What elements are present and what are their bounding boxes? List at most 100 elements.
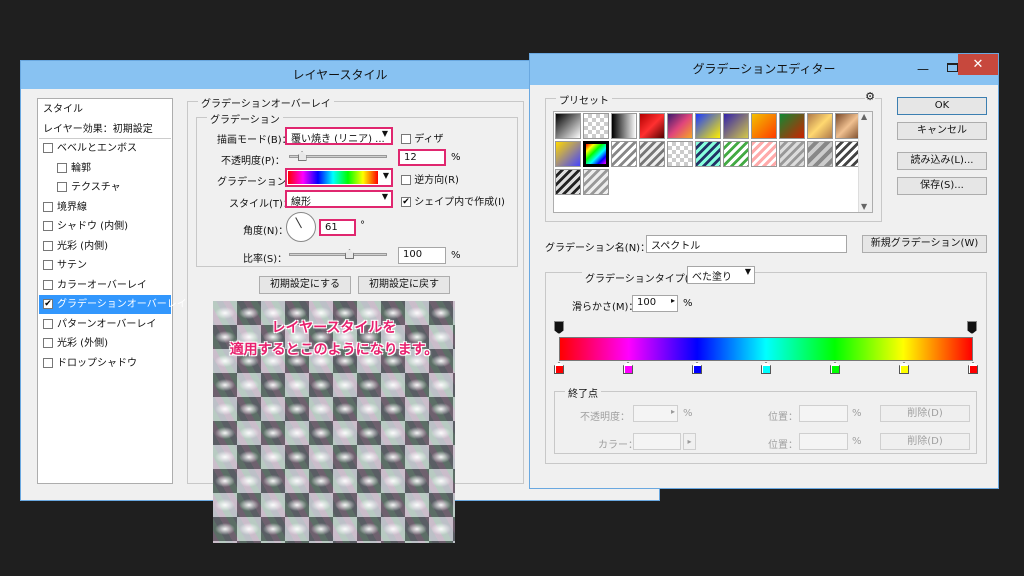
new-gradient-button[interactable]: 新規グラデーション(W) [862, 235, 987, 253]
stop-color-swatch[interactable] [633, 433, 681, 450]
load-button[interactable]: 読み込み(L)... [897, 152, 987, 170]
preset-scrollbar[interactable]: ▲ ▼ [858, 112, 872, 212]
preset-swatch[interactable] [583, 141, 609, 167]
sidebar-item[interactable]: ドロップシャドウ [39, 354, 171, 373]
scale-field[interactable]: 100 [398, 247, 446, 264]
sidebar-item-checkbox[interactable] [43, 318, 53, 329]
gradient-type-select[interactable]: べた塗り ▼ [687, 266, 755, 284]
stop-opacity-location-field[interactable] [799, 405, 848, 422]
chevron-right-icon[interactable]: ▸ [671, 296, 675, 305]
stop-opacity-field[interactable]: ▸ [633, 405, 678, 422]
smoothness-field[interactable]: 100 ▸ [632, 295, 678, 312]
preset-swatch[interactable] [667, 113, 693, 139]
sidebar-item[interactable]: サテン [39, 256, 171, 275]
preset-swatch[interactable] [779, 141, 805, 167]
style-select[interactable]: 線形 ▼ [285, 190, 393, 208]
scroll-down-icon[interactable]: ▼ [861, 202, 867, 211]
holographic-preview-image: レイヤースタイルを 適用するとこのようになります。 [213, 301, 455, 543]
preset-swatch[interactable] [695, 113, 721, 139]
gradient-bar[interactable] [559, 337, 973, 361]
sidebar-item-checkbox[interactable] [43, 357, 53, 368]
preset-swatch[interactable] [723, 113, 749, 139]
stop-color-location-field[interactable] [799, 433, 848, 450]
style-value: 線形 [291, 197, 311, 208]
maximize-icon[interactable] [947, 63, 958, 72]
opacity-field[interactable]: 12 [398, 149, 446, 166]
preset-swatch[interactable] [555, 141, 581, 167]
gradient-editor-title-bar[interactable]: グラデーションエディター — ✕ [530, 54, 998, 85]
preset-swatch[interactable] [723, 141, 749, 167]
sidebar-item-checkbox[interactable] [43, 338, 53, 348]
color-stop[interactable] [830, 362, 840, 374]
sidebar-item[interactable]: 輪郭 [39, 159, 171, 178]
gradient-name-field[interactable]: スペクトル [646, 235, 847, 253]
sidebar-item[interactable]: 光彩 (内側) [39, 237, 171, 256]
sidebar-item[interactable]: シャドウ (内側) [39, 217, 171, 236]
preset-swatch[interactable] [611, 141, 637, 167]
chevron-down-icon: ▼ [381, 192, 388, 201]
sidebar-item[interactable]: パターンオーバーレイ [39, 315, 171, 334]
gradient-editor-title: グラデーションエディター [692, 62, 836, 76]
dither-checkbox[interactable] [401, 134, 411, 144]
sidebar-item-checkbox[interactable] [43, 279, 53, 290]
preset-swatch[interactable] [639, 113, 665, 139]
ok-button[interactable]: OK [897, 97, 987, 115]
preset-swatch[interactable] [807, 141, 833, 167]
preset-swatch[interactable] [639, 141, 665, 167]
preset-swatch[interactable] [779, 113, 805, 139]
scroll-up-icon[interactable]: ▲ [861, 112, 867, 121]
gradient-picker[interactable]: ▼ [285, 168, 393, 187]
sidebar-item[interactable]: ベベルとエンボス [39, 139, 171, 158]
stop-color-delete-button[interactable]: 削除(D) [880, 433, 970, 450]
save-button[interactable]: 保存(S)... [897, 177, 987, 195]
sidebar-item[interactable]: ✔ グラデーションオーバーレイ [39, 295, 187, 314]
color-stop[interactable] [761, 362, 771, 374]
preset-swatch[interactable] [751, 141, 777, 167]
preset-swatch-panel[interactable]: ▲ ▼ [553, 111, 873, 213]
align-with-layer-checkbox[interactable]: ✔ [401, 197, 411, 207]
chevron-right-icon[interactable]: ▸ [683, 433, 696, 450]
sidebar-item-checkbox[interactable]: ✔ [43, 299, 53, 309]
sidebar-item-checkbox[interactable] [43, 260, 53, 270]
color-stop[interactable] [899, 362, 909, 374]
preset-swatch[interactable] [611, 113, 637, 139]
preset-swatch[interactable] [583, 113, 609, 139]
sidebar-item[interactable]: スタイル [39, 100, 171, 119]
sidebar-item-checkbox[interactable] [43, 221, 53, 231]
color-stop[interactable] [623, 362, 633, 374]
align-with-layer-option[interactable]: ✔ シェイプ内で作成(I) [401, 193, 505, 208]
cancel-button[interactable]: キャンセル [897, 122, 987, 140]
reset-default-button[interactable]: 初期設定に戻す [358, 276, 450, 294]
preset-swatch[interactable] [807, 113, 833, 139]
preset-swatch[interactable] [751, 113, 777, 139]
sidebar-item-checkbox[interactable] [43, 143, 53, 153]
gear-icon[interactable]: ⚙ [865, 90, 875, 103]
preset-swatch[interactable] [695, 141, 721, 167]
sidebar-item-checkbox[interactable] [57, 182, 67, 192]
preset-swatch[interactable] [555, 113, 581, 139]
sidebar-item[interactable]: テクスチャ [39, 178, 171, 197]
minimize-icon[interactable]: — [912, 54, 934, 85]
sidebar-item[interactable]: 光彩 (外側) [39, 334, 171, 353]
stop-opacity-delete-button[interactable]: 削除(D) [880, 405, 970, 422]
sidebar-item[interactable]: レイヤー効果：初期設定 [39, 120, 171, 139]
make-default-button[interactable]: 初期設定にする [259, 276, 351, 294]
dither-option[interactable]: ディザ [401, 130, 444, 145]
sidebar-item-checkbox[interactable] [57, 162, 67, 173]
angle-field[interactable]: 61 [319, 219, 356, 236]
sidebar-item[interactable]: カラーオーバーレイ [39, 276, 171, 295]
reverse-checkbox[interactable] [401, 175, 411, 185]
close-icon[interactable]: ✕ [958, 54, 998, 75]
sidebar-item-checkbox[interactable] [43, 201, 53, 212]
preset-swatch[interactable] [555, 169, 581, 195]
sidebar-item-checkbox[interactable] [43, 240, 53, 251]
angle-dial[interactable] [286, 212, 316, 242]
blend-mode-select[interactable]: 覆い焼き (リニア) ... ▼ [285, 127, 393, 145]
scale-slider[interactable] [289, 249, 387, 259]
sidebar-item[interactable]: 境界線 [39, 198, 171, 217]
reverse-option[interactable]: 逆方向(R) [401, 171, 459, 186]
color-stop[interactable] [692, 362, 702, 374]
opacity-slider[interactable] [289, 151, 387, 161]
preset-swatch[interactable] [583, 169, 609, 195]
preset-swatch[interactable] [667, 141, 693, 167]
